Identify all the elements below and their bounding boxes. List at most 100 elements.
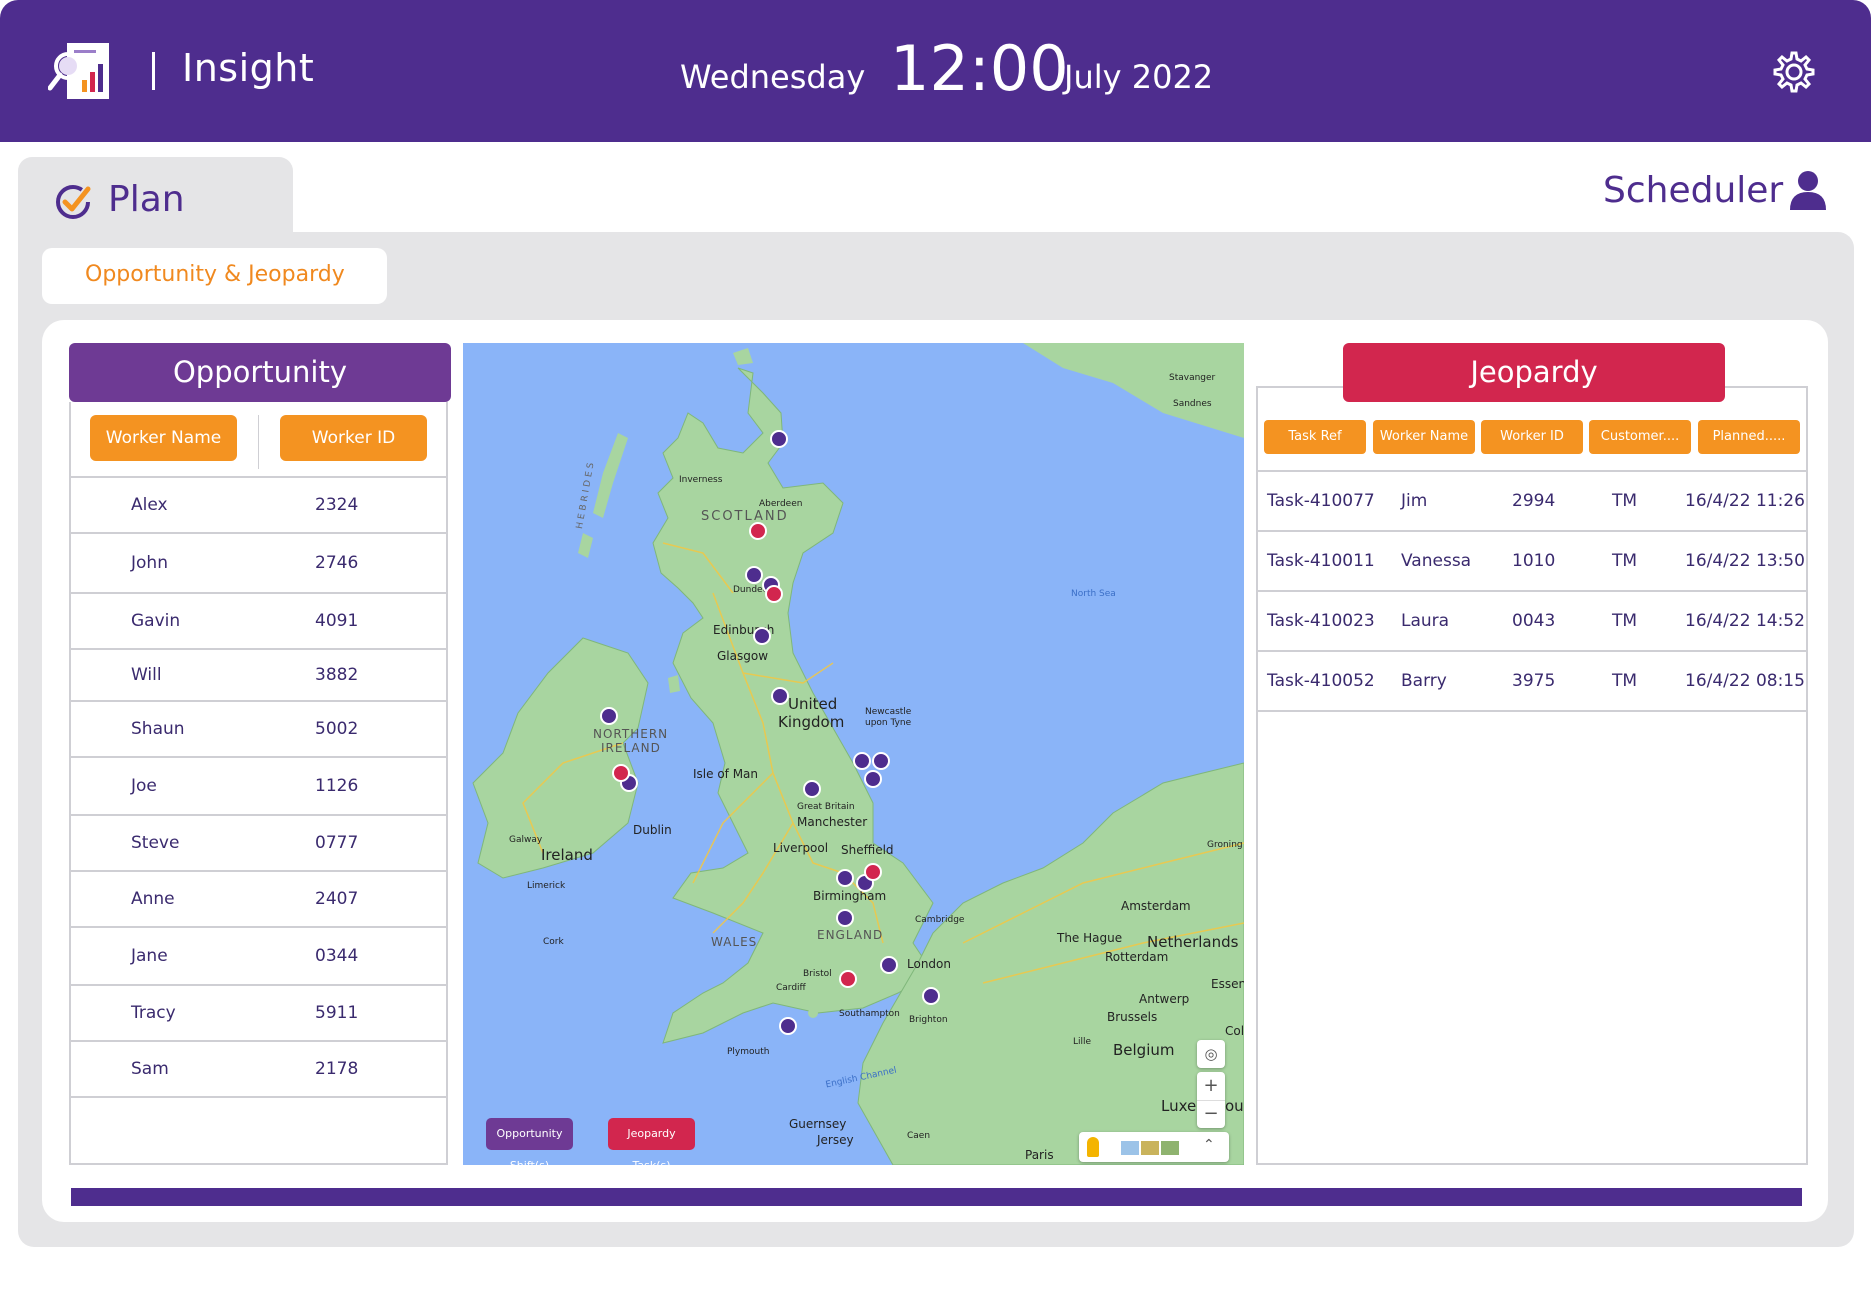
zoom-out-button[interactable]: − (1197, 1100, 1225, 1128)
worker-name: John (131, 553, 168, 573)
planned: 16/4/22 11:26 (1685, 491, 1805, 511)
table-row[interactable]: Will 3882 (71, 648, 446, 700)
column-header-worker-id[interactable]: Worker ID (1481, 420, 1583, 454)
pegman-icon[interactable] (1087, 1137, 1099, 1157)
table-row[interactable]: Sam 2178 (71, 1040, 446, 1096)
map-label: Amsterdam (1121, 899, 1191, 913)
map-label: Galway (509, 835, 543, 845)
map-label: Birmingham (813, 889, 887, 903)
map-label: ENGLAND (817, 928, 884, 942)
column-header-worker-id[interactable]: Worker ID (280, 415, 427, 461)
user-icon[interactable] (1790, 170, 1826, 210)
worker-name: Tracy (131, 1003, 176, 1023)
map-label: London (907, 957, 951, 971)
bottom-progress-bar (71, 1188, 1802, 1206)
worker-id: 0777 (315, 833, 359, 853)
map-label: Guernsey (789, 1117, 847, 1131)
column-header-customer[interactable]: Customer.... (1589, 420, 1691, 454)
column-divider (258, 415, 259, 469)
table-row[interactable]: Alex 2324 (71, 476, 446, 532)
tab-plan-label: Plan (108, 179, 185, 220)
task-ref: Task-410011 (1267, 551, 1375, 571)
worker-id: 5002 (315, 719, 359, 739)
map-label: Limerick (527, 881, 566, 891)
table-row[interactable]: Task-410077 Jim 2994 TM 16/4/22 11:26 (1258, 470, 1806, 530)
map-view[interactable]: Inverness Aberdeen SCOTLAND HEBRIDES Dun… (463, 343, 1244, 1165)
locate-icon[interactable]: ◎ (1197, 1040, 1225, 1068)
table-row[interactable]: Jane 0344 (71, 926, 446, 984)
map-label: upon Tyne (865, 718, 912, 728)
map-label: Edinburgh (713, 623, 775, 637)
worker-name: Vanessa (1401, 551, 1472, 571)
map-label: SCOTLAND (701, 509, 789, 524)
customer: TM (1612, 671, 1638, 691)
worker-id: 5911 (315, 1003, 359, 1023)
planned: 16/4/22 08:15 (1685, 671, 1805, 691)
top-header: Insight Wednesday 12:00 July 2022 (0, 0, 1871, 142)
map-label: Netherlands (1147, 933, 1239, 951)
map-label: Inverness (679, 475, 723, 485)
map-label: Southampton (839, 1009, 900, 1019)
map-label: Ireland (541, 846, 593, 864)
map-label: Cambridge (915, 915, 965, 925)
table-row[interactable]: Shaun 5002 (71, 700, 446, 756)
table-row[interactable]: John 2746 (71, 532, 446, 592)
worker-name: Barry (1401, 671, 1447, 691)
map-label: ou (1225, 1097, 1244, 1115)
worker-name: Alex (131, 495, 168, 515)
table-row[interactable]: Joe 1126 (71, 756, 446, 814)
table-row[interactable]: Steve 0777 (71, 814, 446, 870)
land-ireland (472, 637, 649, 879)
customer: TM (1612, 491, 1638, 511)
map-label: WALES (711, 935, 758, 949)
planned: 16/4/22 14:52 (1685, 611, 1805, 631)
land-norway (1023, 343, 1244, 438)
map-label: Belgium (1113, 1041, 1175, 1059)
column-header-task-ref[interactable]: Task Ref (1264, 420, 1366, 454)
map-label: Rotterdam (1105, 950, 1169, 964)
map-label: The Hague (1057, 931, 1123, 945)
map-label: Aberdeen (759, 499, 803, 509)
layer-thumbnail-icon[interactable] (1121, 1141, 1139, 1155)
map-label: IRELAND (601, 741, 661, 755)
worker-id: 2746 (315, 553, 359, 573)
table-row[interactable]: Task-410023 Laura 0043 TM 16/4/22 14:52 (1258, 590, 1806, 650)
worker-id: 0344 (315, 946, 359, 966)
table-row[interactable]: Task-410011 Vanessa 1010 TM 16/4/22 13:5… (1258, 530, 1806, 590)
table-divider (1258, 710, 1806, 712)
layer-thumbnail-icon[interactable] (1161, 1141, 1179, 1155)
table-row[interactable]: Anne 2407 (71, 870, 446, 926)
task-ref: Task-410077 (1267, 491, 1375, 511)
table-row[interactable]: Tracy 5911 (71, 984, 446, 1040)
current-time: 12:00 (890, 32, 1069, 105)
column-header-planned[interactable]: Planned..... (1698, 420, 1800, 454)
tab-plan[interactable]: Plan (18, 157, 293, 237)
table-row[interactable]: Task-410052 Barry 3975 TM 16/4/22 08:15 (1258, 650, 1806, 710)
zoom-in-button[interactable]: + (1197, 1072, 1225, 1100)
worker-id: 1010 (1512, 551, 1556, 571)
worker-id: 3882 (315, 665, 359, 685)
worker-id: 3975 (1512, 671, 1556, 691)
gear-icon[interactable] (1772, 50, 1816, 94)
worker-name: Shaun (131, 719, 185, 739)
tab-opportunity-jeopardy[interactable]: Opportunity & Jeopardy (42, 248, 387, 304)
map-label: Essen (1211, 977, 1244, 991)
expand-icon[interactable]: ⌃ (1203, 1137, 1215, 1153)
jeopardy-title: Jeopardy (1343, 343, 1725, 402)
worker-name: Jim (1401, 491, 1428, 511)
legend-opportunity-button[interactable]: Opportunity Shift(s) (486, 1118, 573, 1165)
legend-jeopardy-button[interactable]: Jeopardy Task(s) (608, 1118, 695, 1165)
analytics-report-icon[interactable] (48, 40, 114, 102)
worker-name: Jane (131, 946, 168, 966)
column-header-worker-name[interactable]: Worker Name (90, 415, 237, 461)
table-row[interactable]: Gavin 4091 (71, 592, 446, 648)
map-label: Sheffield (841, 843, 894, 857)
map-label: Cardiff (776, 983, 806, 993)
layer-thumbnail-icon[interactable] (1141, 1141, 1159, 1155)
scheduler-label: Scheduler (1603, 170, 1784, 211)
current-day: Wednesday (680, 58, 866, 96)
worker-name: Sam (131, 1059, 169, 1079)
column-header-worker-name[interactable]: Worker Name (1373, 420, 1475, 454)
map-label: Caen (907, 1131, 931, 1141)
map-label: NORTHERN (593, 727, 669, 741)
